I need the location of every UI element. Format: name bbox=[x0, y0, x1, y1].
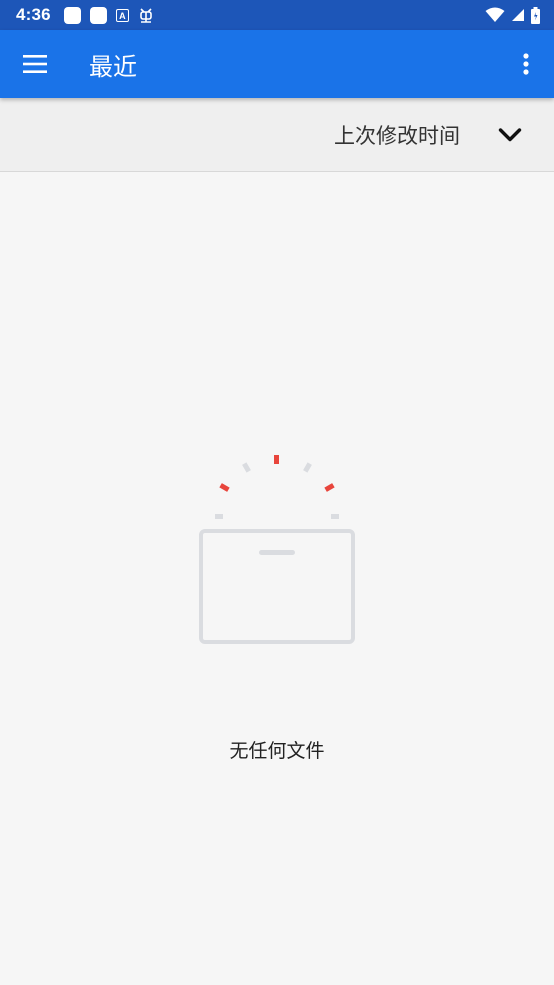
app-bar: 最近 bbox=[0, 30, 554, 98]
battery-icon bbox=[531, 6, 540, 24]
a-notification-icon: A bbox=[115, 8, 129, 22]
more-vert-icon bbox=[523, 53, 529, 75]
overflow-menu-button[interactable] bbox=[516, 50, 536, 78]
menu-icon bbox=[23, 55, 47, 73]
sparkle-ray bbox=[331, 514, 339, 519]
sort-dropdown-button[interactable] bbox=[496, 121, 524, 149]
empty-box-slot bbox=[259, 550, 295, 555]
app-notification-icon bbox=[89, 6, 107, 24]
status-bar: 4:36 A bbox=[0, 0, 554, 30]
empty-folder-illustration bbox=[199, 455, 355, 644]
sparkle-ray bbox=[303, 462, 312, 473]
status-time: 4:36 bbox=[16, 5, 51, 24]
empty-state-message: 无任何文件 bbox=[229, 740, 325, 762]
menu-button[interactable] bbox=[21, 50, 49, 78]
page-title: 最近 bbox=[89, 52, 137, 81]
signal-icon bbox=[512, 9, 524, 21]
sparkle-ray bbox=[215, 514, 223, 519]
sparkle-ray bbox=[219, 483, 230, 492]
sparkle-ray bbox=[242, 462, 251, 473]
empty-box bbox=[199, 529, 355, 644]
bug-notification-icon bbox=[140, 8, 152, 23]
wifi-icon bbox=[485, 7, 505, 22]
sparkle-ray bbox=[274, 455, 279, 464]
sparkle-ray bbox=[324, 483, 335, 492]
sort-bar[interactable]: 上次修改时间 bbox=[0, 98, 554, 172]
sort-order-label[interactable]: 上次修改时间 bbox=[334, 120, 460, 150]
chevron-down-icon bbox=[498, 127, 522, 141]
app-notification-icon bbox=[63, 6, 81, 24]
system-icons bbox=[485, 6, 540, 24]
